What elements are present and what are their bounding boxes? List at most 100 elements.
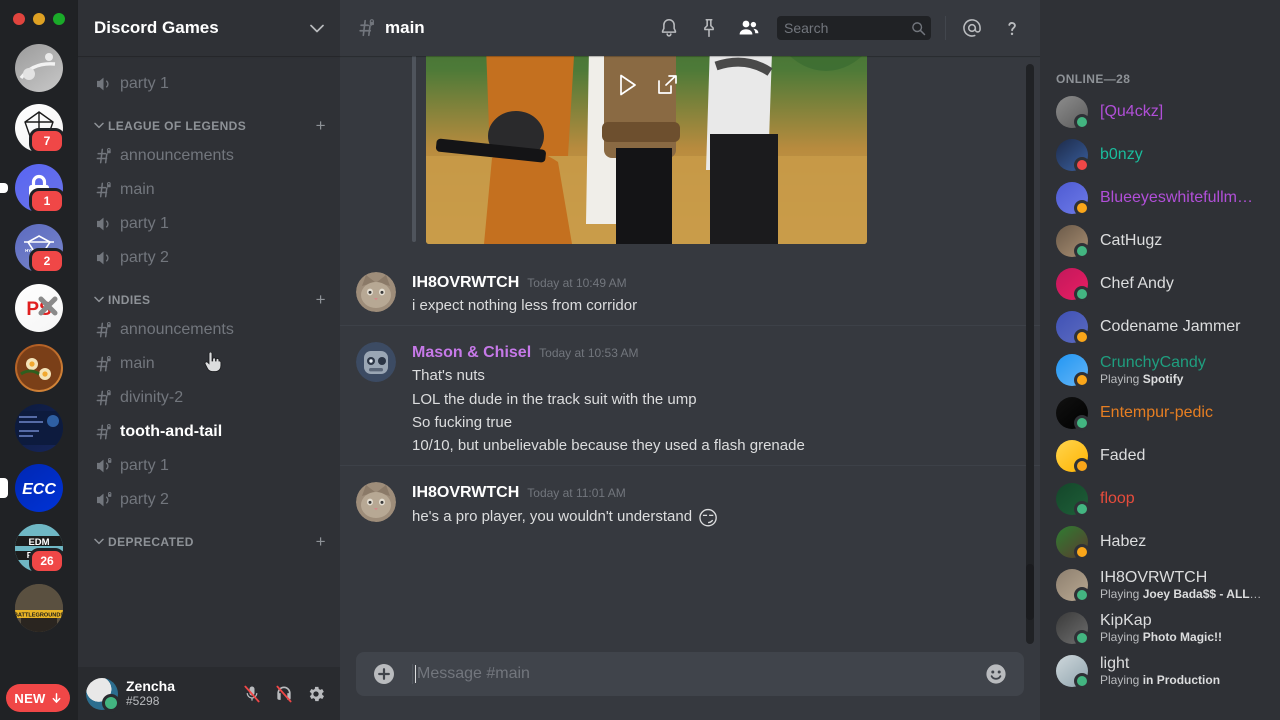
member-list-icon[interactable] [729, 8, 769, 48]
member-list-item[interactable]: b0nzy [1048, 134, 1272, 176]
new-messages-pill[interactable]: NEW [6, 684, 70, 712]
unread-badge: 26 [29, 548, 65, 574]
guild-header[interactable]: Discord Games [78, 0, 340, 56]
status-indicator-idle [1074, 329, 1090, 345]
category-header-indies[interactable]: INDIES + [78, 275, 340, 312]
plus-circle-icon[interactable] [356, 662, 412, 686]
server-icon-3[interactable]: HYPESQUAD2 [15, 224, 65, 274]
member-activity: Playing Photo Magic!! [1100, 630, 1264, 645]
chevron-down-icon[interactable] [310, 24, 324, 33]
server-icon-9[interactable]: BATTLEGROUNDS [15, 584, 63, 632]
category-header-league-of-legends[interactable]: LEAGUE OF LEGENDS + [78, 101, 340, 138]
headset-deafened-icon[interactable] [268, 678, 300, 710]
at-mention-icon[interactable] [952, 8, 992, 48]
plus-icon[interactable]: + [316, 533, 332, 550]
member-name: Chef Andy [1100, 275, 1174, 293]
popout-external-icon[interactable] [654, 72, 680, 98]
channel-item-divinity-2[interactable]: divinity-2 [86, 381, 332, 414]
channel-item-announcements[interactable]: announcements [86, 139, 332, 172]
channel-item-party-2[interactable]: party 2 [86, 483, 332, 516]
channel-item-party-1[interactable]: party 1 [86, 67, 332, 100]
member-list-item[interactable]: CatHugz [1048, 220, 1272, 262]
member-info: Faded [1100, 446, 1264, 465]
channel-item-announcements[interactable]: announcements [86, 313, 332, 346]
battlegrounds-server: BATTLEGROUNDS [15, 584, 63, 632]
server-icon-7[interactable]: ECC [0, 464, 63, 512]
minimize-window-button[interactable] [33, 13, 45, 25]
member-list-item[interactable]: floop [1048, 478, 1272, 520]
member-list-item[interactable]: Codename Jammer [1048, 306, 1272, 348]
server-icon-4[interactable]: PS [15, 284, 63, 332]
member-name: Codename Jammer [1100, 318, 1241, 336]
server-icon-1[interactable]: 7 [15, 104, 65, 154]
video-thumbnail[interactable] [426, 56, 867, 244]
member-list-item[interactable]: KipKap Playing Photo Magic!! [1048, 607, 1272, 649]
channel-item-main[interactable]: main [86, 347, 332, 380]
member-list-item[interactable]: CrunchyCandy Playing Spotify [1048, 349, 1272, 391]
notifications-bell-icon[interactable] [649, 8, 689, 48]
chevron-down-icon [94, 296, 104, 303]
channel-name: main [385, 18, 425, 37]
channel-item-main[interactable]: main [86, 173, 332, 206]
member-list-panel[interactable]: ONLINE—28 [Qu4ckz] b0nzy Blueeyeswhitefull… [1040, 0, 1280, 720]
channel-label: party 1 [120, 456, 169, 474]
channel-list[interactable]: party 1 LEAGUE OF LEGENDS + announcements ma… [78, 56, 340, 667]
message-author[interactable]: IH8OVRWTCH [412, 274, 519, 292]
hash-locked-icon [94, 146, 114, 166]
channel-item-party-1[interactable]: party 1 [86, 207, 332, 240]
member-list-item[interactable]: IH8OVRWTCH Playing Joey Bada$$ - ALL A… [1048, 564, 1272, 606]
activity-verb: Playing [1100, 372, 1140, 387]
gear-icon[interactable] [300, 678, 332, 710]
help-question-icon[interactable] [992, 8, 1032, 48]
emoji-smiley-icon[interactable] [984, 662, 1008, 686]
channel-label: announcements [120, 146, 234, 164]
channel-item-party-1[interactable]: party 1 [86, 449, 332, 482]
member-name: Faded [1100, 447, 1146, 465]
server-icon-2[interactable]: 1 [0, 164, 65, 214]
server-icon-6[interactable] [15, 404, 63, 452]
message-author[interactable]: Mason & Chisel [412, 344, 531, 362]
chat-message: IH8OVRWTCH Today at 10:49 AM i expect noth… [340, 256, 1040, 317]
status-indicator-idle [1074, 200, 1090, 216]
user-identity[interactable]: Zencha #5298 [126, 678, 236, 708]
server-icon-0[interactable] [15, 44, 63, 92]
messages-scroll-area[interactable]: IH8OVRWTCH Today at 10:49 AM i expect noth… [340, 56, 1040, 652]
avatar[interactable] [356, 342, 396, 383]
close-window-button[interactable] [13, 13, 25, 25]
microphone-muted-icon[interactable] [236, 678, 268, 710]
search-placeholder: Search [784, 20, 829, 36]
category-header-deprecated[interactable]: DEPRECATED + [78, 517, 340, 554]
member-list-item[interactable]: Habez [1048, 521, 1272, 563]
server-icon-8[interactable]: EDMPROD26 [15, 524, 65, 574]
chat-message: IH8OVRWTCH Today at 11:01 AM he's a pro pl… [340, 465, 1040, 535]
activity-app: in Production [1142, 673, 1221, 688]
search-input[interactable]: Search [777, 16, 931, 40]
active-server-pill [0, 183, 8, 193]
member-list-item[interactable]: light Playing in Production [1048, 650, 1272, 692]
maximize-window-button[interactable] [53, 13, 65, 25]
member-name: CatHugz [1100, 232, 1163, 250]
member-list-item[interactable]: Chef Andy [1048, 263, 1272, 305]
avatar[interactable] [86, 677, 120, 712]
chat-scrollbar-thumb[interactable] [1026, 564, 1034, 620]
message-composer[interactable]: Message #main [356, 652, 1024, 696]
member-name: Habez [1100, 533, 1147, 551]
chat-scrollbar[interactable] [1026, 64, 1034, 644]
member-list-item[interactable]: [Qu4ckz] [1048, 91, 1272, 133]
channel-item-party-2[interactable]: party 2 [86, 241, 332, 274]
member-list-item[interactable]: Entempur-pedic [1048, 392, 1272, 434]
plus-icon[interactable]: + [316, 117, 332, 134]
unread-badge: 1 [29, 188, 65, 214]
plus-icon[interactable]: + [316, 291, 332, 308]
avatar[interactable] [356, 482, 396, 523]
message-author[interactable]: IH8OVRWTCH [412, 484, 519, 502]
member-list-item[interactable]: Blueeyeswhitefullm… [1048, 177, 1272, 219]
avatar[interactable] [356, 272, 396, 312]
member-list-item[interactable]: Faded [1048, 435, 1272, 477]
server-icon-5[interactable] [15, 344, 63, 392]
channel-item-tooth-and-tail[interactable]: tooth-and-tail [86, 415, 332, 448]
message-placeholder: Message #main [417, 665, 530, 682]
play-triangle-icon[interactable] [614, 72, 640, 98]
message-input[interactable]: Message #main [412, 664, 984, 684]
pinned-messages-icon[interactable] [689, 8, 729, 48]
